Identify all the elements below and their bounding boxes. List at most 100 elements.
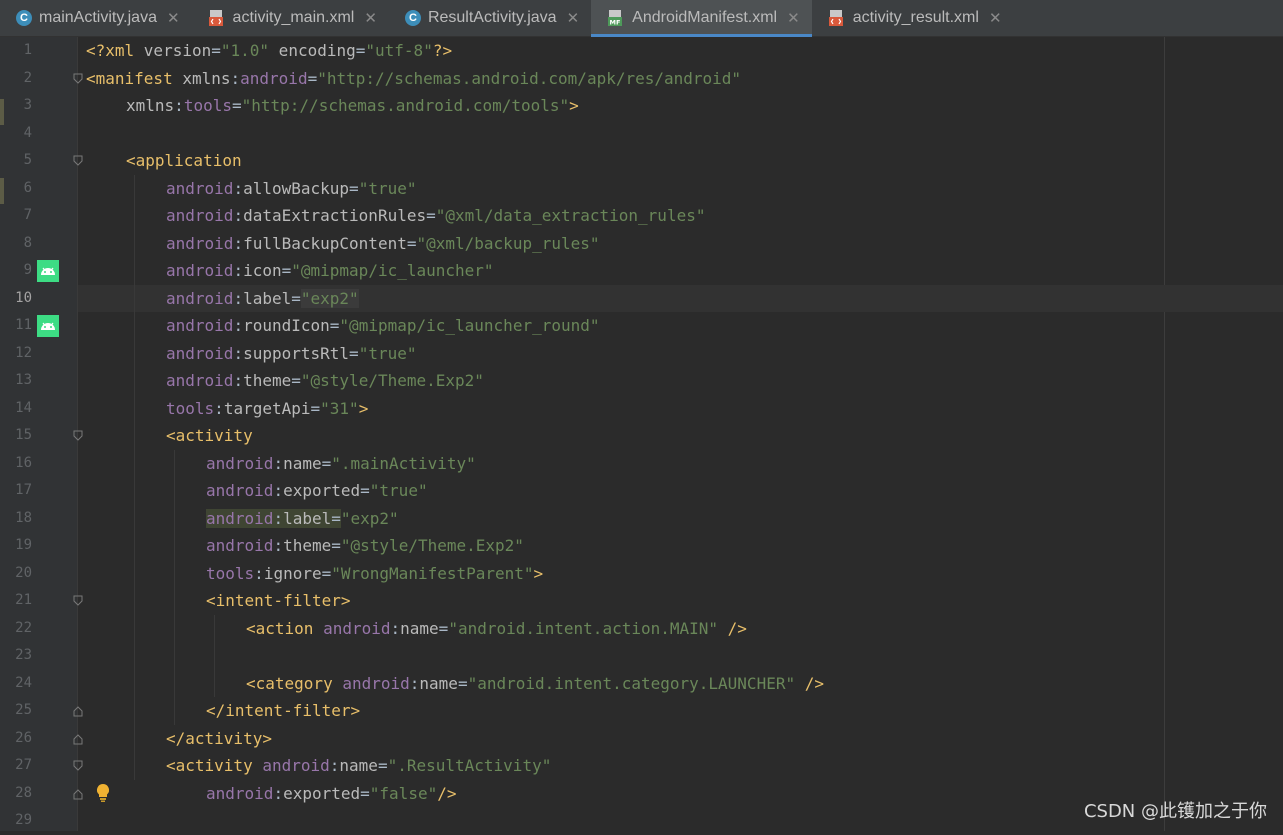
code-token: "31" (320, 398, 359, 418)
code-token: android (166, 233, 234, 253)
tab-mainactivity-java[interactable]: CmainActivity.java ✕ (0, 0, 192, 36)
code-token: = (438, 618, 449, 638)
code-token: : (409, 673, 420, 693)
tab-activity_main-xml[interactable]: activity_main.xml ✕ (192, 0, 389, 36)
code-line[interactable]: android:allowBackup="true" (166, 175, 416, 203)
line-number: 27 (15, 757, 32, 773)
line-number: 16 (15, 454, 32, 471)
line-number: 21 (15, 592, 32, 608)
code-line[interactable]: </activity> (166, 725, 272, 753)
code-token: "false" (369, 783, 438, 803)
code-line[interactable]: android:supportsRtl="true" (166, 340, 416, 368)
tab-label: activity_main.xml (232, 9, 355, 26)
code-token: android (166, 371, 234, 390)
line-number: 23 (15, 647, 32, 663)
code-token: = (331, 536, 341, 555)
code-line[interactable]: </intent-filter> (206, 697, 360, 725)
code-token: = (349, 178, 359, 198)
code-token: <intent-filter> (206, 591, 351, 610)
android-icon[interactable] (37, 260, 59, 282)
code-line[interactable]: android:fullBackupContent="@xml/backup_r… (166, 230, 600, 258)
code-token: = (360, 481, 370, 500)
code-token: = (329, 316, 340, 335)
code-line[interactable]: android:theme="@style/Theme.Exp2" (166, 367, 484, 395)
close-tab-icon[interactable]: ✕ (787, 9, 800, 27)
code-token: xmlns (126, 96, 175, 115)
code-line[interactable]: android:theme="@style/Theme.Exp2" (206, 532, 524, 560)
line-number: 8 (23, 234, 32, 251)
line-number: 7 (23, 207, 32, 223)
code-editor[interactable]: <?xml version="1.0" encoding="utf-8"?> <m… (78, 37, 1283, 831)
code-line[interactable]: android:label="exp2" (206, 505, 399, 533)
code-token: "http://schemas.android.com/tools" (241, 96, 570, 115)
java-class-icon: C (16, 10, 32, 26)
code-token: ".mainActivity" (331, 453, 476, 473)
tab-resultactivity-java[interactable]: C ResultActivity.java ✕ (389, 0, 591, 36)
close-tab-icon[interactable]: ✕ (364, 9, 377, 27)
code-token: <activity (166, 756, 263, 775)
code-token: "android.intent.action.MAIN" (448, 618, 719, 638)
code-line[interactable]: <action android:name="android.intent.act… (246, 615, 747, 643)
line-number: 14 (15, 399, 32, 416)
line-number: 6 (23, 179, 32, 196)
tab-activity_result-xml[interactable]: activity_result.xml ✕ (812, 0, 1014, 36)
code-line[interactable]: <activity (166, 422, 253, 450)
code-line[interactable]: <intent-filter> (206, 587, 351, 615)
code-line[interactable]: android:exported="true" (206, 477, 428, 505)
close-tab-icon[interactable]: ✕ (989, 9, 1002, 27)
code-token: android (166, 206, 234, 225)
code-token: = (291, 288, 301, 308)
code-line[interactable]: android:name=".mainActivity" (206, 450, 476, 478)
code-line[interactable]: android:exported="false"/> (206, 780, 456, 808)
code-token: = (321, 453, 332, 473)
code-token: label (243, 288, 292, 308)
code-token: android (206, 536, 274, 555)
java-class-icon: C (404, 10, 421, 26)
right-margin-guide (1164, 37, 1165, 831)
code-token: : (214, 398, 224, 418)
line-number: 3 (23, 97, 32, 113)
code-line[interactable]: <manifest xmlns:android="http://schemas.… (86, 65, 741, 93)
code-line[interactable]: tools:targetApi="31"> (166, 395, 368, 423)
code-token: encoding (269, 41, 356, 60)
code-token: : (233, 206, 244, 225)
code-token: = (349, 343, 359, 363)
code-token: /> (795, 673, 824, 693)
editor-tab-bar: CmainActivity.java ✕ activity_main.xml ✕ C Re… (0, 0, 1283, 37)
code-token: : (233, 178, 244, 198)
line-number: 1 (23, 42, 32, 58)
tab-androidmanifest-xml[interactable]: MF AndroidManifest.xml ✕ (591, 0, 812, 37)
code-line[interactable]: android:label="exp2" (166, 285, 359, 313)
code-line[interactable]: <category android:name="android.intent.c… (246, 670, 824, 698)
code-token: android (262, 756, 330, 775)
line-number: 15 (15, 427, 32, 443)
close-tab-icon[interactable]: ✕ (167, 9, 180, 27)
code-token: name (400, 618, 439, 638)
code-token: : (174, 96, 184, 115)
code-line[interactable]: android:icon="@mipmap/ic_launcher" (166, 257, 494, 285)
code-token: supportsRtl (243, 343, 350, 363)
code-line[interactable]: android:roundIcon="@mipmap/ic_launcher_r… (166, 312, 600, 340)
code-line[interactable]: <?xml version="1.0" encoding="utf-8"?> (86, 37, 452, 65)
close-tab-icon[interactable]: ✕ (567, 9, 580, 27)
line-number: 20 (15, 564, 32, 581)
line-number: 11 (15, 317, 32, 333)
code-token: allowBackup (243, 178, 350, 198)
line-number: 28 (15, 784, 32, 801)
code-line[interactable]: <activity android:name=".ResultActivity" (166, 752, 551, 780)
code-line[interactable]: tools:ignore="WrongManifestParent"> (206, 560, 543, 588)
code-token: name (419, 673, 458, 693)
line-number: 22 (15, 619, 32, 636)
tab-label: AndroidManifest.xml (632, 9, 778, 26)
code-token: = (457, 673, 468, 693)
code-line[interactable]: xmlns:tools="http://schemas.android.com/… (126, 92, 579, 120)
code-token: fullBackupContent (243, 233, 407, 253)
code-line[interactable]: android:dataExtractionRules="@xml/data_e… (166, 202, 705, 230)
code-token: icon (243, 261, 282, 280)
code-line[interactable]: <application (126, 147, 242, 175)
code-token: = (355, 41, 366, 60)
android-icon[interactable] (37, 315, 59, 337)
layout-xml-icon (208, 9, 226, 27)
code-token: /> (437, 783, 457, 803)
code-token: = (426, 206, 436, 225)
